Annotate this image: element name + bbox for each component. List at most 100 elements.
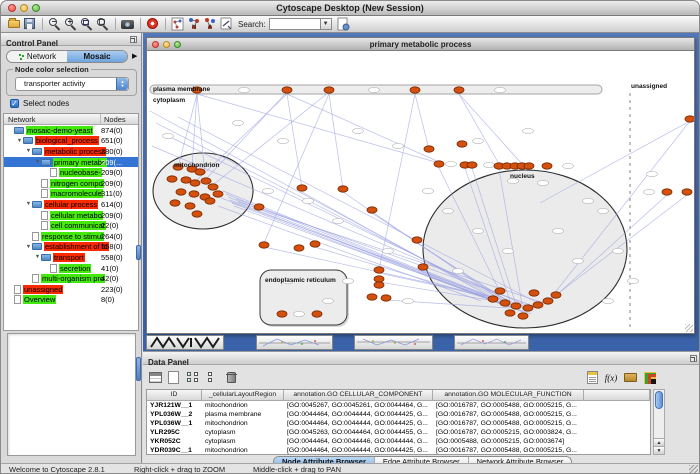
search-dropdown-button[interactable]: ▼ [321, 18, 332, 30]
tree-row[interactable]: ▼establishment of lo558(0) [4, 242, 138, 253]
table-header-row[interactable]: ID_cellularLayoutRegionannotation.GO CEL… [147, 390, 650, 401]
graph-node[interactable] [518, 313, 528, 319]
graph-node[interactable] [297, 185, 307, 191]
open-icon[interactable] [7, 17, 21, 31]
graph-node[interactable] [277, 311, 287, 317]
table-row[interactable]: YKR052Ccytoplasm[GO:0044464, GO:0044446,… [147, 437, 650, 446]
graph-node[interactable] [310, 241, 320, 247]
tree-row[interactable]: ▼cellular process614(0) [4, 199, 138, 210]
matrix-view-icon[interactable] [641, 369, 657, 385]
tree-row[interactable]: nucleobase-209(0) [4, 167, 138, 178]
graph-node[interactable] [189, 191, 199, 197]
graph-node[interactable] [201, 178, 211, 184]
network-window[interactable]: primary metabolic process plasma membran… [146, 37, 695, 334]
graph-node[interactable] [282, 87, 292, 93]
network-window-titlebar[interactable]: primary metabolic process [147, 38, 694, 51]
table-column-header[interactable]: ID [147, 390, 202, 401]
table-column-header[interactable]: annotation.GO MOLECULAR_FUNCTION [433, 390, 584, 401]
graph-node[interactable] [192, 211, 202, 217]
tree-row[interactable]: macromolecule311(0) [4, 189, 138, 200]
float-panel-icon[interactable] [130, 36, 137, 43]
birds-eye-view[interactable] [7, 333, 136, 456]
tree-row[interactable]: multi-organism pro42(0) [4, 273, 138, 284]
minimized-window-bar[interactable] [146, 335, 224, 350]
graph-node[interactable] [542, 163, 552, 169]
unselect-attributes-icon[interactable] [204, 369, 220, 385]
close-button[interactable] [8, 4, 16, 12]
graph-node[interactable] [529, 290, 539, 296]
scroll-down-icon[interactable]: ▼ [654, 446, 664, 454]
annotation-icon[interactable] [219, 17, 233, 31]
graph-node[interactable] [454, 87, 464, 93]
graph-node[interactable] [424, 146, 434, 152]
graph-node[interactable] [167, 176, 177, 182]
graph-node[interactable] [418, 264, 428, 270]
help-icon[interactable] [146, 17, 160, 31]
graph-node[interactable] [467, 162, 477, 168]
graph-node[interactable] [324, 87, 334, 93]
graph-node[interactable] [185, 203, 195, 209]
select-attributes-icon[interactable]: ✓✓ [185, 369, 201, 385]
save-icon[interactable] [23, 17, 37, 31]
graph-node[interactable] [434, 161, 444, 167]
table-row[interactable]: YJR121W__1mitochondrion[GO:0045267, GO:0… [147, 401, 650, 410]
table-row[interactable]: YDR039C__1mitochondrion[GO:0044464, GO:0… [147, 446, 650, 455]
window-resize-grip[interactable] [689, 465, 698, 474]
graph-node[interactable] [374, 282, 384, 288]
minimize-button[interactable] [20, 4, 28, 12]
graph-node[interactable] [254, 204, 264, 210]
import-attributes-icon[interactable]: A [203, 17, 217, 31]
network-canvas[interactable]: plasma membrane cytoplasm mitochondrion … [148, 51, 694, 331]
graph-node[interactable] [205, 198, 215, 204]
node-color-dropdown[interactable]: transporter activity ▲▼ [15, 77, 129, 91]
graph-node[interactable] [543, 298, 553, 304]
minimized-window-bar[interactable] [454, 335, 529, 350]
graph-node[interactable] [170, 200, 180, 206]
import-network-icon[interactable]: N [187, 17, 201, 31]
graph-node[interactable] [412, 237, 422, 243]
graph-node[interactable] [551, 292, 561, 298]
attribute-table-icon[interactable] [147, 369, 163, 385]
float-panel-icon[interactable] [690, 355, 697, 362]
tree-row[interactable]: unassigned223(0) [4, 284, 138, 295]
frame-minimize-button[interactable] [163, 41, 170, 48]
tree-row[interactable]: secretion41(0) [4, 263, 138, 274]
table-row[interactable]: YLR295Ccytoplasm[GO:0045263, GO:0044464,… [147, 428, 650, 437]
search-input[interactable] [269, 18, 321, 30]
maximize-button[interactable] [32, 4, 40, 12]
graph-node[interactable] [208, 184, 218, 190]
tab-scroll-arrow[interactable]: ▶ [132, 52, 137, 60]
graph-node[interactable] [181, 177, 191, 183]
tree-row[interactable]: ▼biological_process651(0) [4, 136, 138, 147]
zoom-fit-icon[interactable]: ◻ [96, 17, 110, 31]
tree-row[interactable]: mosaic-demo-yeast874(0) [4, 125, 138, 136]
advanced-search-icon[interactable] [336, 17, 350, 31]
graph-node[interactable] [338, 186, 348, 192]
graph-node[interactable] [190, 180, 200, 186]
graph-node[interactable] [682, 189, 692, 195]
minimized-window-bar[interactable] [256, 335, 333, 350]
dropdown-stepper-icon[interactable]: ▲▼ [116, 78, 128, 90]
create-network-icon[interactable] [171, 17, 185, 31]
graph-node[interactable] [662, 189, 672, 195]
snapshot-icon[interactable] [121, 17, 135, 31]
graph-node[interactable] [500, 300, 510, 306]
table-row[interactable]: YPL036W__2plasma membrane[GO:0044464, GO… [147, 410, 650, 419]
graph-node[interactable] [367, 294, 377, 300]
graph-node[interactable] [505, 310, 515, 316]
formula-icon[interactable]: f(x) [603, 369, 619, 385]
zoom-out-icon[interactable]: − [48, 17, 62, 31]
table-row[interactable]: YPL036W__1mitochondrion[GO:0044464, GO:0… [147, 419, 650, 428]
zoom-in-icon[interactable]: + [64, 17, 78, 31]
graph-node[interactable] [488, 296, 498, 302]
scroll-up-icon[interactable]: ▲ [654, 438, 664, 446]
attribute-editor-icon[interactable] [584, 369, 600, 385]
graph-node[interactable] [685, 116, 694, 122]
graph-node[interactable] [374, 267, 384, 273]
graph-node[interactable] [511, 303, 521, 309]
graph-node[interactable] [495, 288, 505, 294]
graph-node[interactable] [176, 189, 186, 195]
splitter-handle[interactable] [136, 357, 141, 381]
graph-node[interactable] [374, 276, 384, 282]
graph-node[interactable] [213, 191, 223, 197]
